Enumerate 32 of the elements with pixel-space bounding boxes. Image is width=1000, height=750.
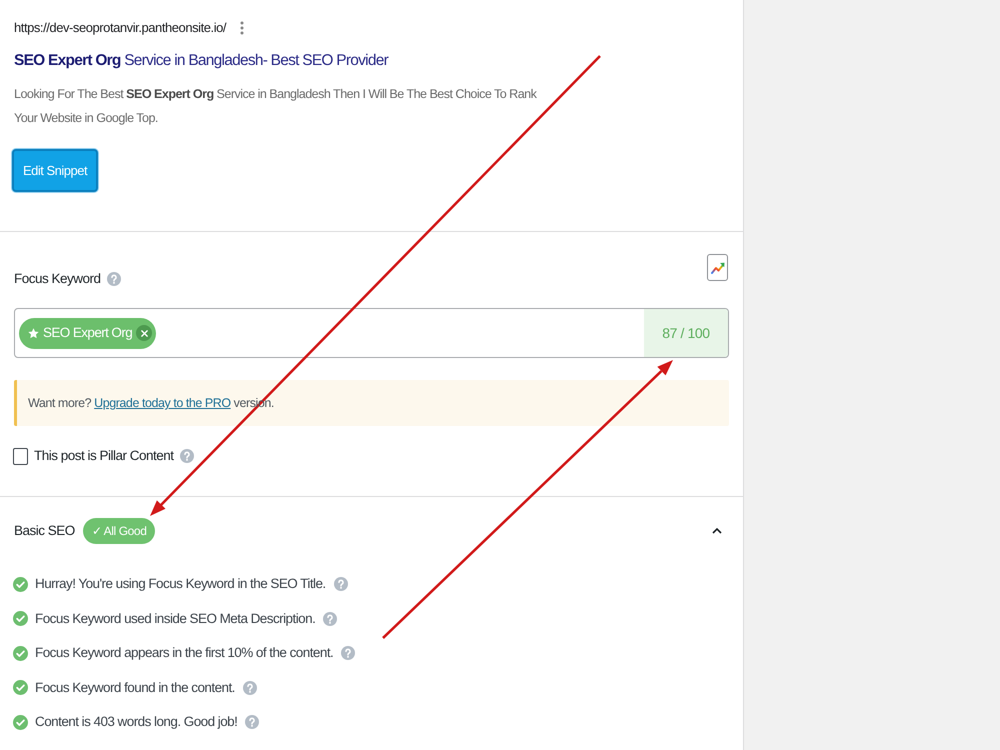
check-text: Content is 403 words long. Good job!	[35, 713, 238, 731]
trend-arrow-icon	[710, 262, 724, 274]
keyword-text: SEO Expert Org	[43, 324, 132, 342]
trends-button[interactable]	[707, 254, 728, 281]
help-icon[interactable]	[341, 646, 356, 660]
section-title: Basic SEO	[14, 522, 75, 540]
pillar-content-label: This post is Pillar Content	[34, 447, 174, 465]
close-icon	[140, 330, 148, 336]
snippet-description: Looking For The Best SEO Expert Org Service in Bangladesh Then I Will Be The Best Choice To Rank Your Website in Google Top.	[14, 86, 538, 127]
pillar-content-checkbox[interactable]	[13, 448, 28, 464]
chevron-up-icon[interactable]	[712, 528, 722, 534]
check-text: Hurray! You're using Focus Keyword in the SEO Title.	[35, 575, 326, 593]
snippet-title: SEO Expert Org Service in Bangladesh- Best SEO Provider	[14, 51, 388, 71]
focus-keyword-field[interactable]: SEO Expert Org 87 / 100	[14, 308, 729, 358]
help-icon[interactable]	[106, 272, 121, 286]
snippet-url: https://dev-seoprotanvir.pantheonsite.io/	[14, 19, 226, 37]
check-text: Focus Keyword used inside SEO Meta Description.	[35, 610, 316, 628]
help-icon[interactable]	[245, 715, 260, 729]
edit-snippet-button[interactable]: Edit Snippet	[12, 149, 98, 192]
help-icon[interactable]	[242, 680, 257, 694]
status-badge: ✓ All Good	[82, 518, 156, 544]
check-text: Focus Keyword appears in the first 10% of the content.	[35, 644, 334, 662]
focus-keyword-label: Focus Keyword	[14, 270, 101, 288]
star-icon	[28, 328, 39, 338]
seo-score: 87 / 100	[644, 309, 728, 357]
vertical-dots-icon[interactable]	[240, 21, 244, 35]
help-icon[interactable]	[334, 577, 348, 591]
upgrade-link[interactable]: Upgrade today to the PRO	[94, 396, 231, 410]
help-icon[interactable]	[323, 612, 338, 626]
remove-keyword-button[interactable]	[136, 325, 152, 341]
check-text: Focus Keyword found in the content.	[35, 678, 235, 697]
help-icon[interactable]	[180, 449, 194, 463]
